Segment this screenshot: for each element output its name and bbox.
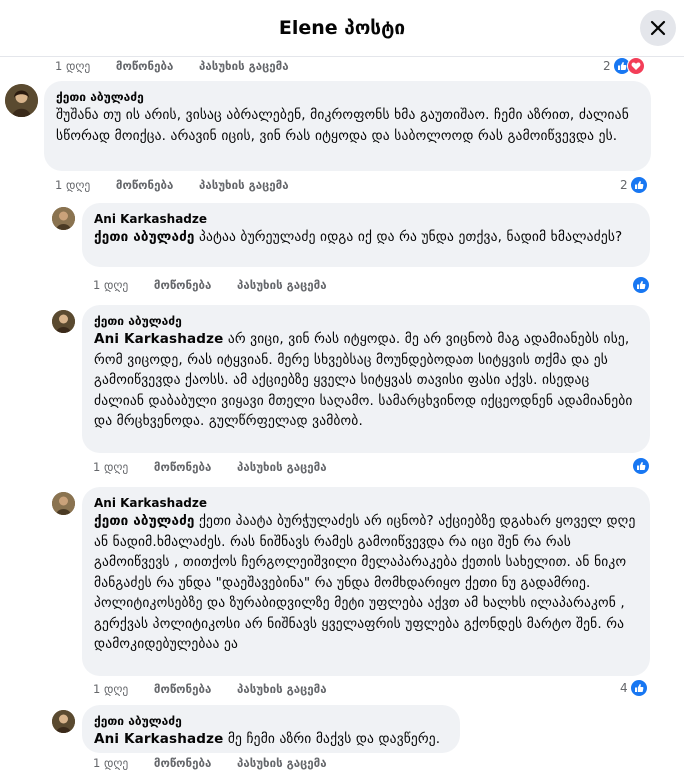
- like-action[interactable]: მოწონება: [116, 178, 173, 192]
- reaction-summary[interactable]: [632, 457, 650, 475]
- comment-time[interactable]: 1 დღე: [55, 178, 90, 192]
- reaction-count: 2: [603, 59, 611, 73]
- mention-link[interactable]: ქეთი აბულაძე: [94, 229, 195, 245]
- like-action[interactable]: მოწონება: [154, 460, 211, 474]
- reaction-count: 4: [620, 681, 628, 695]
- comment-author[interactable]: Ani Karkashadze: [94, 495, 638, 511]
- comment-text-content: მე ჩემი აზრი მაქვს და დავწერე.: [223, 731, 441, 747]
- comment-bubble: ქეთი აბულაძე შუშანა თუ ის არის, ვისაც აბ…: [44, 81, 651, 171]
- reply-action[interactable]: პასუხის გაცემა: [199, 59, 289, 73]
- dialog-header: Elene პოსტი: [0, 0, 684, 57]
- comment-time[interactable]: 1 დღე: [93, 682, 128, 696]
- avatar[interactable]: [52, 492, 75, 515]
- mention-link[interactable]: Ani Karkashadze: [94, 731, 223, 747]
- mention-link[interactable]: ქეთი აბულაძე: [94, 513, 195, 529]
- comment-bubble: Ani Karkashadze ქეთი აბულაძე ქეთი პაატა …: [82, 487, 650, 676]
- avatar[interactable]: [5, 84, 38, 117]
- reply-action[interactable]: პასუხის გაცემა: [237, 460, 327, 474]
- reply-action[interactable]: პასუხის გაცემა: [237, 756, 327, 770]
- comment-text: Ani Karkashadze არ ვიცი, ვინ რას იტყოდა.…: [94, 329, 638, 432]
- reply-action[interactable]: პასუხის გაცემა: [237, 278, 327, 292]
- comment-actions-top: 1 დღე მოწონება პასუხის გაცემა: [55, 59, 311, 73]
- dialog-title: Elene პოსტი: [278, 17, 406, 39]
- comment-actions: 1 დღე მოწონება პასუხის გაცემა: [55, 178, 311, 192]
- comment-text: Ani Karkashadze მე ჩემი აზრი მაქვს და და…: [94, 729, 448, 750]
- comment-author[interactable]: ქეთი აბულაძე: [94, 713, 448, 729]
- comment-time[interactable]: 1 დღე: [55, 59, 90, 73]
- comment-actions: 1 დღე მოწონება პასუხის გაცემა: [93, 682, 349, 696]
- like-reaction-icon: [632, 457, 650, 475]
- comment-bubble: ქეთი აბულაძე Ani Karkashadze მე ჩემი აზრ…: [82, 705, 460, 753]
- avatar[interactable]: [52, 710, 75, 733]
- like-action[interactable]: მოწონება: [116, 59, 173, 73]
- reaction-summary[interactable]: [632, 276, 650, 294]
- comment-text-content: ქეთი პაატა ბურჭულაძეს არ იცნობ? აქციებზე…: [94, 513, 636, 652]
- comment-text: ქეთი აბულაძე ქეთი პაატა ბურჭულაძეს არ იც…: [94, 511, 638, 655]
- mention-link[interactable]: Ani Karkashadze: [94, 331, 223, 347]
- like-action[interactable]: მოწონება: [154, 756, 211, 770]
- like-action[interactable]: მოწონება: [154, 278, 211, 292]
- reaction-summary[interactable]: 2: [620, 176, 648, 194]
- close-button[interactable]: [640, 10, 676, 46]
- close-icon: [650, 20, 666, 36]
- comment-author[interactable]: ქეთი აბულაძე: [94, 313, 638, 329]
- comment-actions: 1 დღე მოწონება პასუხის გაცემა: [93, 756, 349, 770]
- reply-action[interactable]: პასუხის გაცემა: [199, 178, 289, 192]
- comment-actions: 1 დღე მოწონება პასუხის გაცემა: [93, 460, 349, 474]
- avatar[interactable]: [52, 310, 75, 333]
- reaction-count: 2: [620, 178, 628, 192]
- reaction-summary[interactable]: 4: [620, 679, 648, 697]
- reaction-summary-top[interactable]: 2: [603, 57, 645, 75]
- like-reaction-icon: [629, 176, 648, 194]
- comment-text-content: პატაა ბურეულაძე იდგა იქ და რა უნდა ეთქვა…: [194, 229, 623, 245]
- comment-time[interactable]: 1 დღე: [93, 460, 128, 474]
- comment-author[interactable]: Ani Karkashadze: [94, 211, 638, 227]
- like-action[interactable]: მოწონება: [154, 682, 211, 696]
- avatar[interactable]: [52, 207, 75, 230]
- comment-bubble: ქეთი აბულაძე Ani Karkashadze არ ვიცი, ვი…: [82, 305, 650, 453]
- like-reaction-icon: [632, 276, 650, 294]
- comment-bubble: Ani Karkashadze ქეთი აბულაძე პატაა ბურეუ…: [82, 203, 650, 267]
- reply-action[interactable]: პასუხის გაცემა: [237, 682, 327, 696]
- like-reaction-icon: [629, 679, 648, 697]
- love-reaction-icon: [626, 57, 645, 75]
- comment-time[interactable]: 1 დღე: [93, 756, 128, 770]
- comment-time[interactable]: 1 დღე: [93, 278, 128, 292]
- comment-author[interactable]: ქეთი აბულაძე: [56, 89, 639, 105]
- comment-text: ქეთი აბულაძე პატაა ბურეულაძე იდგა იქ და …: [94, 227, 638, 248]
- comment-text: შუშანა თუ ის არის, ვისაც აბრალებენ, მიკრ…: [56, 107, 629, 144]
- comment-actions: 1 დღე მოწონება პასუხის გაცემა: [93, 278, 349, 292]
